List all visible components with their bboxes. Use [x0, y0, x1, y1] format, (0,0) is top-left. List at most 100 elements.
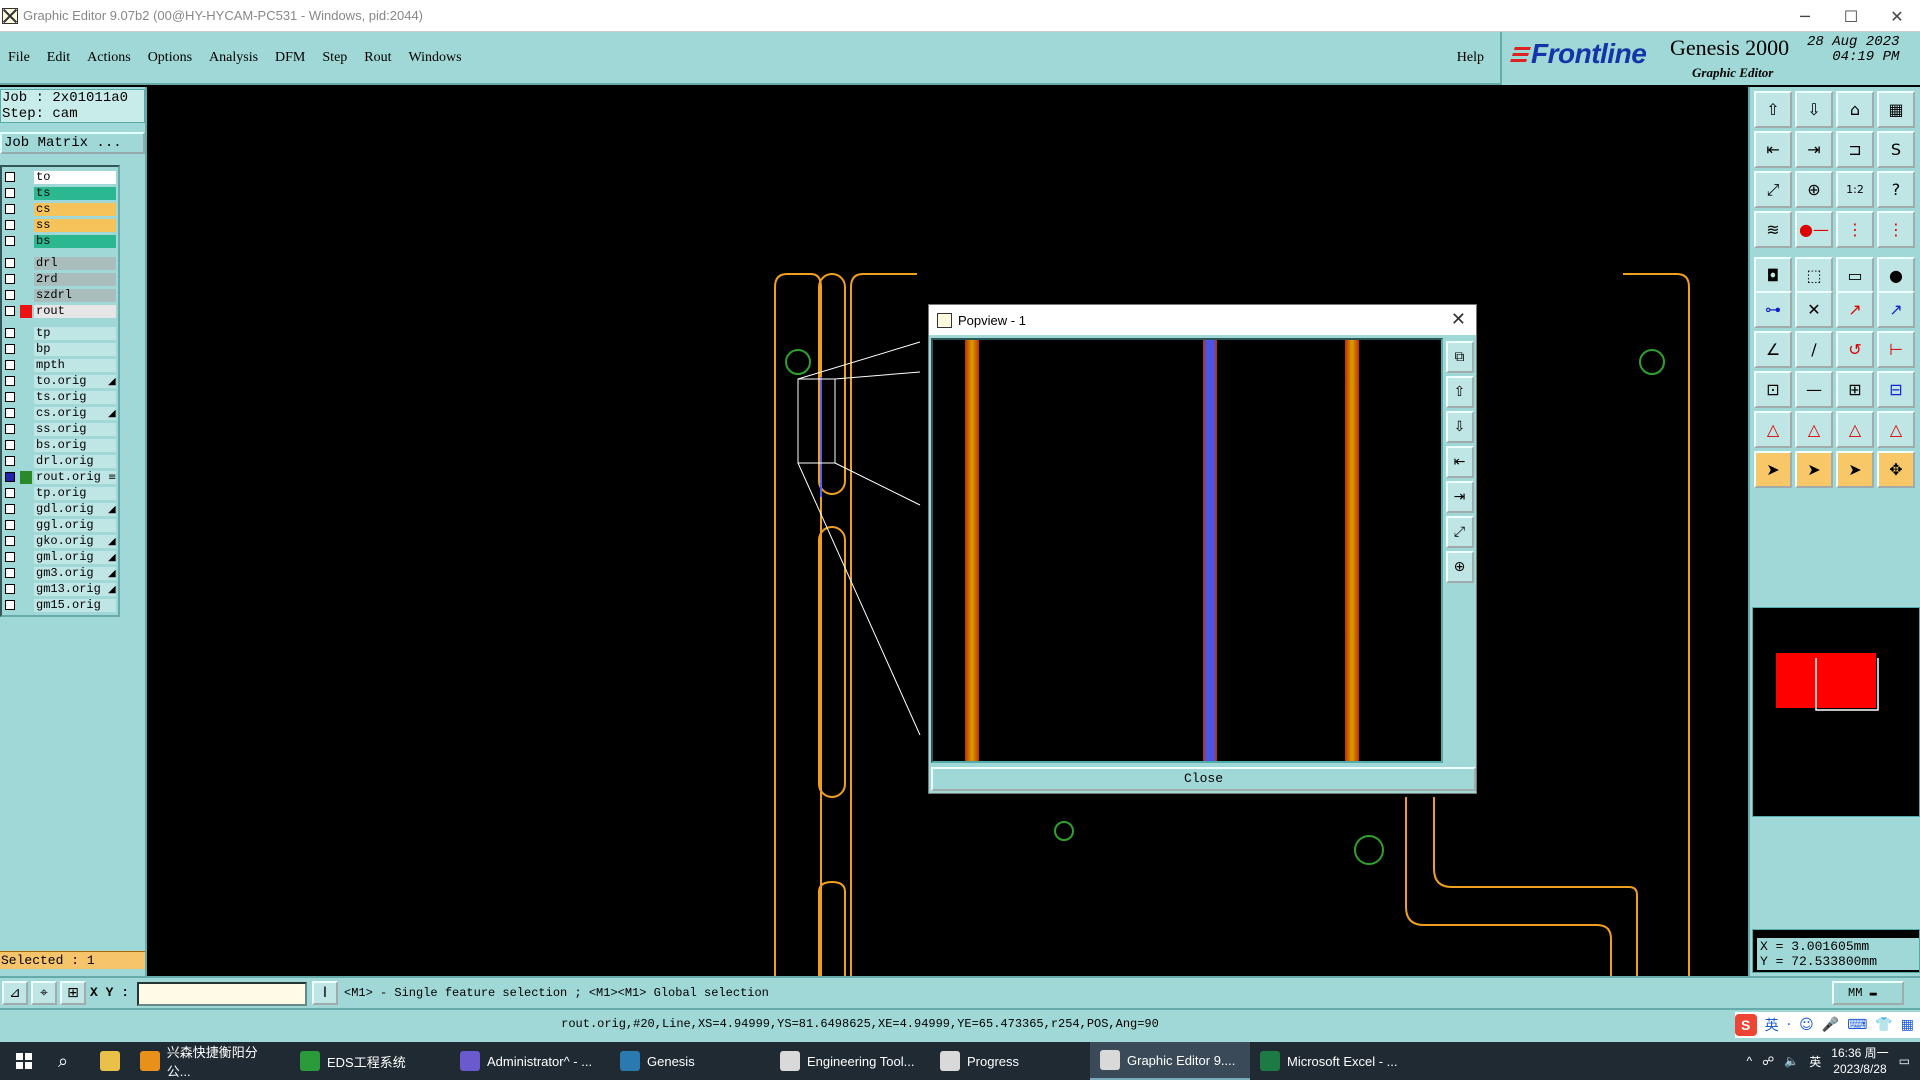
tool-button-26-icon[interactable]: ∕: [1795, 331, 1833, 368]
tool-button-23-icon[interactable]: ↗: [1836, 291, 1874, 328]
layer-row[interactable]: bp: [2, 341, 118, 357]
maximize-button[interactable]: ☐: [1828, 0, 1874, 32]
tool-button-14-icon[interactable]: ●—: [1795, 211, 1833, 248]
layer-checkbox[interactable]: [5, 258, 15, 268]
layer-checkbox[interactable]: [5, 600, 15, 610]
layer-row[interactable]: gko.orig ◢: [2, 533, 118, 549]
layer-row[interactable]: tp.orig: [2, 485, 118, 501]
xy-input[interactable]: [137, 982, 307, 1006]
overview-map[interactable]: [1752, 607, 1920, 817]
ime-menu-icon[interactable]: ▦: [1901, 1017, 1914, 1033]
layer-checkbox[interactable]: [5, 204, 15, 214]
tool-button-10-icon[interactable]: ⊕: [1795, 171, 1833, 208]
layer-row[interactable]: ts.orig: [2, 389, 118, 405]
menu-step[interactable]: Step: [322, 50, 347, 66]
tray-lang[interactable]: 英: [1809, 1053, 1821, 1070]
menu-edit[interactable]: Edit: [47, 50, 70, 66]
layer-checkbox[interactable]: [5, 274, 15, 284]
tool-button-34-icon[interactable]: △: [1795, 411, 1833, 448]
grid-icon[interactable]: ⊞: [60, 981, 86, 1005]
tool-button-17-icon[interactable]: ◘: [1754, 257, 1792, 294]
snap-icon[interactable]: ⊿: [2, 981, 28, 1005]
layer-row[interactable]: drl: [2, 255, 118, 271]
tool-button-6-icon[interactable]: ⇥: [1795, 131, 1833, 168]
volume-icon[interactable]: 🔈: [1784, 1054, 1799, 1068]
close-window-button[interactable]: ✕: [1874, 0, 1920, 32]
layer-row[interactable]: szdrl: [2, 287, 118, 303]
tool-button-22-icon[interactable]: ✕: [1795, 291, 1833, 328]
start-button[interactable]: [0, 1042, 48, 1080]
tool-button-36-icon[interactable]: △: [1877, 411, 1915, 448]
layer-checkbox[interactable]: [5, 236, 15, 246]
ime-lang[interactable]: 英: [1765, 1015, 1779, 1035]
taskbar-item[interactable]: Engineering Tool...: [770, 1042, 930, 1080]
menu-actions[interactable]: Actions: [87, 50, 131, 66]
layer-row[interactable]: mpth: [2, 357, 118, 373]
tool-button-7-icon[interactable]: ⊐: [1836, 131, 1874, 168]
layer-checkbox[interactable]: [5, 552, 15, 562]
layer-checkbox[interactable]: [5, 472, 15, 482]
clock[interactable]: 16:36 周一 2023/8/28: [1831, 1045, 1888, 1077]
tool-button-37-icon[interactable]: ➤: [1754, 451, 1792, 488]
layer-row[interactable]: gdl.orig ◢: [2, 501, 118, 517]
layer-checkbox[interactable]: [5, 440, 15, 450]
taskbar-item[interactable]: Administrator^ - ...: [450, 1042, 610, 1080]
layer-checkbox[interactable]: [5, 504, 15, 514]
file-explorer-icon[interactable]: [90, 1042, 130, 1080]
layer-row[interactable]: ss.orig: [2, 421, 118, 437]
layer-checkbox[interactable]: [5, 172, 15, 182]
info-icon[interactable]: I: [312, 981, 338, 1005]
tool-button-25-icon[interactable]: ∠: [1754, 331, 1792, 368]
popview-tool-5-icon[interactable]: ⇥: [1445, 481, 1474, 513]
layer-checkbox[interactable]: [5, 376, 15, 386]
tool-button-21-icon[interactable]: ⊶: [1754, 291, 1792, 328]
tool-button-30-icon[interactable]: —: [1795, 371, 1833, 408]
menu-dfm[interactable]: DFM: [275, 50, 305, 66]
tool-button-15-icon[interactable]: ⋮: [1836, 211, 1874, 248]
tool-button-12-icon[interactable]: ?: [1877, 171, 1915, 208]
layer-checkbox[interactable]: [5, 408, 15, 418]
tool-button-2-icon[interactable]: ⇩: [1795, 91, 1833, 128]
layer-row[interactable]: ggl.orig: [2, 517, 118, 533]
layer-row[interactable]: drl.orig: [2, 453, 118, 469]
layer-checkbox[interactable]: [5, 290, 15, 300]
search-icon[interactable]: ⌕: [48, 1042, 90, 1080]
layer-row[interactable]: gm15.orig: [2, 597, 118, 613]
tool-button-11-icon[interactable]: 1:2: [1836, 171, 1874, 208]
ime-emoji-icon[interactable]: ☺: [1799, 1017, 1814, 1033]
job-matrix-button[interactable]: Job Matrix ...: [0, 132, 145, 154]
popview-canvas[interactable]: [931, 338, 1443, 763]
layer-row[interactable]: gm13.orig ◢: [2, 581, 118, 597]
minimize-button[interactable]: ─: [1782, 0, 1828, 32]
layer-checkbox[interactable]: [5, 188, 15, 198]
popview-close-button[interactable]: Close: [931, 767, 1476, 791]
taskbar-item[interactable]: EDS工程系统: [290, 1042, 450, 1080]
layer-row[interactable]: to.orig ◢: [2, 373, 118, 389]
sogou-icon[interactable]: S: [1734, 1014, 1757, 1036]
tool-button-16-icon[interactable]: ⋮: [1877, 211, 1915, 248]
tool-button-13-icon[interactable]: ≋: [1754, 211, 1792, 248]
tool-button-1-icon[interactable]: ⇧: [1754, 91, 1792, 128]
tool-button-29-icon[interactable]: ⊡: [1754, 371, 1792, 408]
layer-checkbox[interactable]: [5, 520, 15, 530]
tool-button-9-icon[interactable]: ⤢: [1754, 171, 1792, 208]
ime-skin-icon[interactable]: 👕: [1875, 1017, 1892, 1033]
menu-help[interactable]: Help: [1457, 50, 1484, 66]
layer-row[interactable]: 2rd: [2, 271, 118, 287]
layer-checkbox[interactable]: [5, 568, 15, 578]
tool-button-20-icon[interactable]: ●: [1877, 257, 1915, 294]
ime-mic-icon[interactable]: 🎤: [1822, 1017, 1839, 1033]
tool-button-39-icon[interactable]: ➤: [1836, 451, 1874, 488]
layer-row[interactable]: bs: [2, 233, 118, 249]
notification-icon[interactable]: ▭: [1899, 1054, 1910, 1068]
measure-icon[interactable]: ⌖: [31, 981, 57, 1005]
tool-button-31-icon[interactable]: ⊞: [1836, 371, 1874, 408]
layer-checkbox[interactable]: [5, 220, 15, 230]
popview-tool-2-icon[interactable]: ⇧: [1445, 376, 1474, 408]
layer-checkbox[interactable]: [5, 306, 15, 316]
layer-checkbox[interactable]: [5, 584, 15, 594]
layer-checkbox[interactable]: [5, 344, 15, 354]
tool-button-33-icon[interactable]: △: [1754, 411, 1792, 448]
menu-file[interactable]: File: [8, 50, 30, 66]
taskbar-item[interactable]: Microsoft Excel - ...: [1250, 1042, 1410, 1080]
